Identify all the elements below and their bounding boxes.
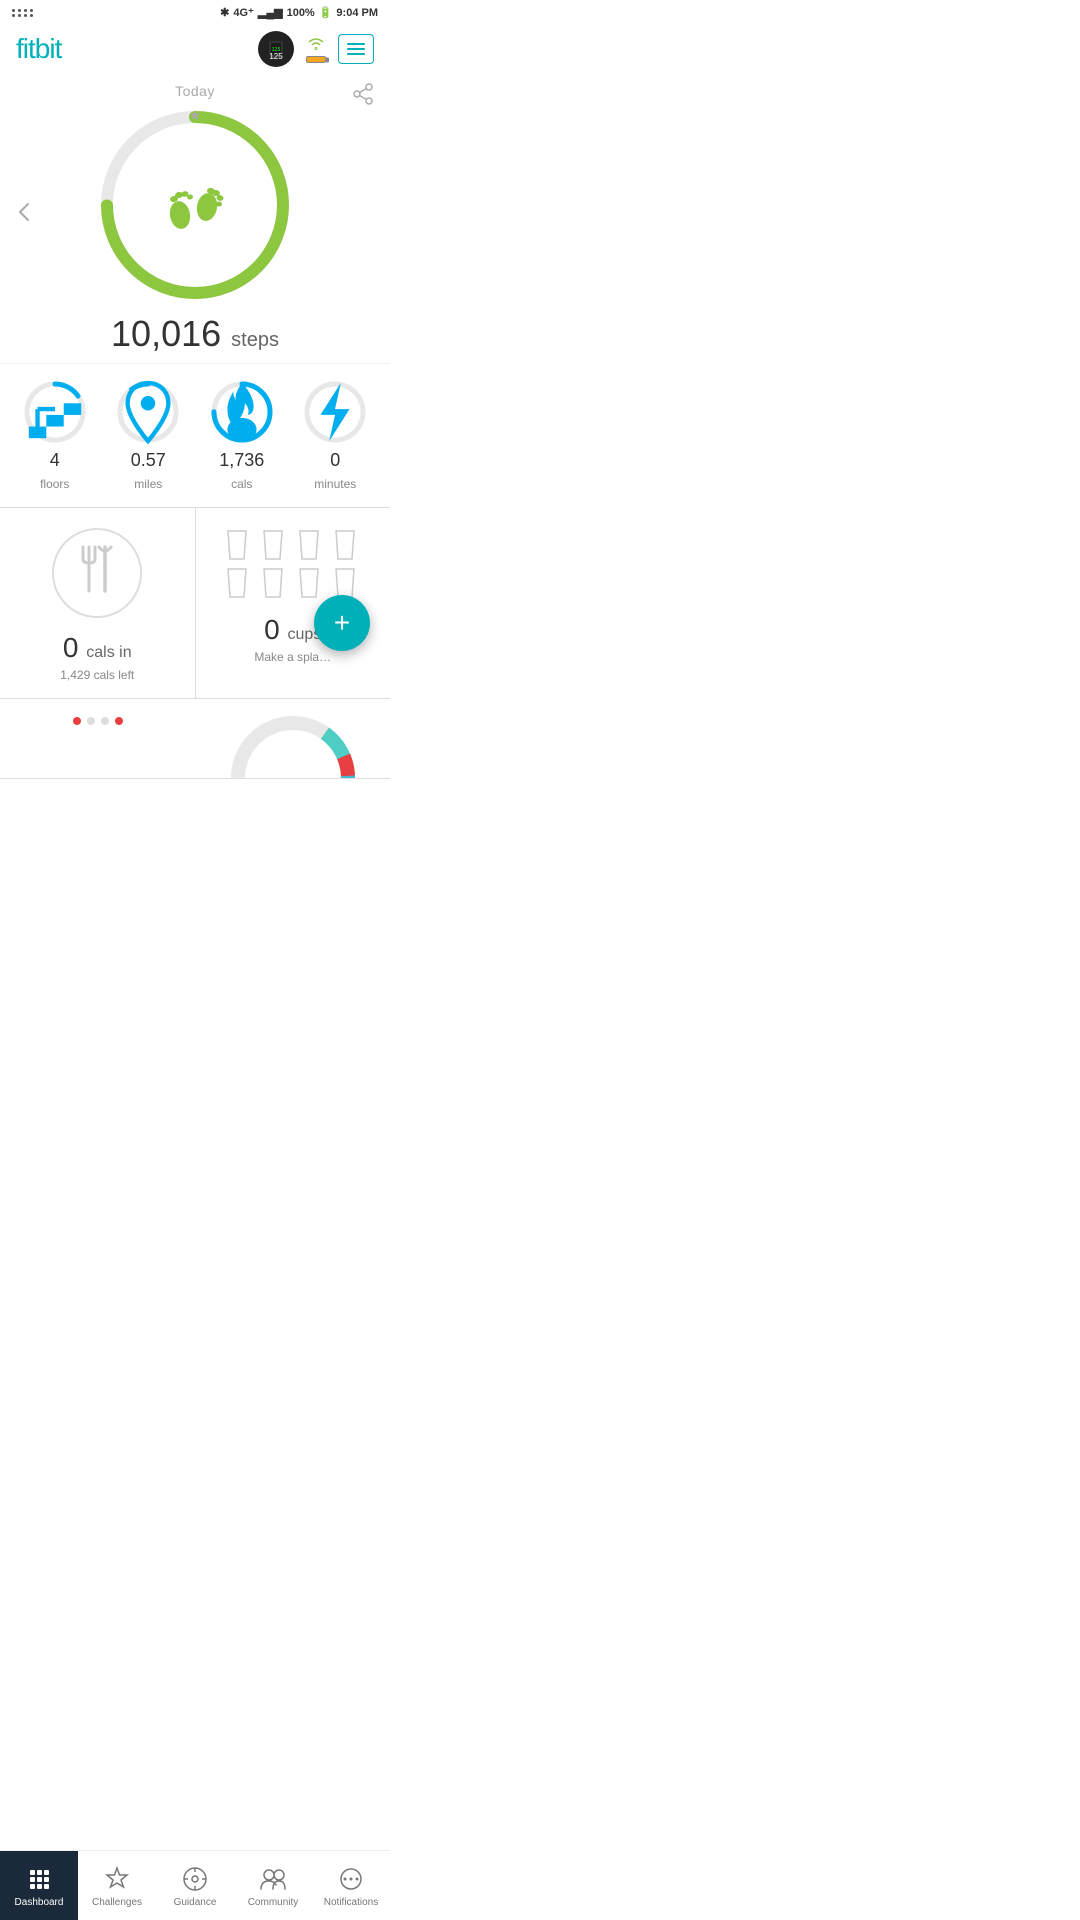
menu-line-1 xyxy=(347,43,365,45)
status-right: ✱ 4G⁺ ▂▄▆ 100% 🔋 9:04 PM xyxy=(220,6,378,19)
nav-guidance-label: Guidance xyxy=(174,1897,217,1908)
signal-bars-icon: ▂▄▆ xyxy=(258,6,283,19)
miles-stat[interactable]: 0.57 miles xyxy=(113,380,183,491)
cals-stat[interactable]: 1,736 cals xyxy=(207,380,277,491)
miles-label: miles xyxy=(134,477,162,491)
water-glass-6 xyxy=(259,566,287,600)
today-section: Today ★ xyxy=(0,75,390,355)
back-button[interactable] xyxy=(16,200,32,230)
battery-icon: 🔋 xyxy=(319,6,333,19)
goal-star-icon: ★ xyxy=(189,107,202,124)
food-cals-value: 0 cals in xyxy=(63,632,132,664)
today-label: Today xyxy=(0,83,390,99)
status-bar: ✱ 4G⁺ ▂▄▆ 100% 🔋 9:04 PM xyxy=(0,0,390,23)
dashboard-icon xyxy=(25,1865,53,1893)
cals-label: cals xyxy=(231,477,252,491)
community-icon xyxy=(259,1865,287,1893)
fitbit-logo: fitbit xyxy=(16,33,61,65)
plus-icon: + xyxy=(334,607,350,639)
wifi-icon xyxy=(304,35,328,54)
dot-3 xyxy=(101,717,109,725)
share-button[interactable] xyxy=(352,83,374,111)
dot-4 xyxy=(115,717,123,725)
nav-challenges-label: Challenges xyxy=(92,1897,142,1908)
menu-button[interactable] xyxy=(338,34,374,64)
food-cals-left: 1,429 cals left xyxy=(60,668,134,682)
sync-signal-icon xyxy=(302,35,330,63)
water-glass-2 xyxy=(259,528,287,562)
partial-content-row xyxy=(0,699,390,779)
page-indicator-dots xyxy=(0,699,195,725)
minutes-value: 0 xyxy=(330,450,340,471)
add-fab-button[interactable]: + xyxy=(314,595,370,651)
nav-community[interactable]: Community xyxy=(234,1851,312,1920)
device-icon[interactable]: 125 xyxy=(258,31,294,67)
fork-knife-icon xyxy=(73,541,121,605)
water-glass-3 xyxy=(295,528,323,562)
menu-line-2 xyxy=(347,48,365,50)
network-indicator: 4G⁺ xyxy=(233,6,253,19)
miles-circle xyxy=(116,380,180,444)
stats-row: 4 floors 0.57 miles xyxy=(0,363,390,507)
guidance-icon xyxy=(181,1865,209,1893)
challenges-icon xyxy=(103,1865,131,1893)
water-glass-1 xyxy=(223,528,251,562)
water-glasses-grid xyxy=(223,528,363,600)
floors-circle xyxy=(23,380,87,444)
water-cups-value: 0 cups xyxy=(264,614,321,646)
water-subtext: Make a spla… xyxy=(254,650,331,664)
time-display: 9:04 PM xyxy=(336,7,378,19)
nav-guidance[interactable]: Guidance xyxy=(156,1851,234,1920)
bottom-nav: Dashboard Challenges Guidance xyxy=(0,1850,390,1920)
cals-circle xyxy=(210,380,274,444)
miles-value: 0.57 xyxy=(131,450,166,471)
minutes-stat[interactable]: 0 minutes xyxy=(300,380,370,491)
food-card[interactable]: 0 cals in 1,429 cals left xyxy=(0,508,196,698)
steps-value: 10,016 xyxy=(111,313,221,354)
floors-value: 4 xyxy=(50,450,60,471)
minutes-label: minutes xyxy=(314,477,356,491)
dot-1 xyxy=(73,717,81,725)
floors-stat[interactable]: 4 floors xyxy=(20,380,90,491)
floors-label: floors xyxy=(40,477,69,491)
steps-circle[interactable]: ★ xyxy=(95,105,295,305)
partial-chart xyxy=(195,699,390,778)
notification-dots-icon xyxy=(12,9,30,17)
steps-unit: steps xyxy=(231,329,279,351)
footprints-icon xyxy=(155,165,235,245)
water-glass-4 xyxy=(331,528,359,562)
status-left xyxy=(12,9,214,17)
nav-challenges[interactable]: Challenges xyxy=(78,1851,156,1920)
minutes-circle xyxy=(303,380,367,444)
nav-dashboard[interactable]: Dashboard xyxy=(0,1851,78,1920)
header-right: 125 xyxy=(258,31,374,67)
device-battery-icon xyxy=(306,56,326,63)
cals-value: 1,736 xyxy=(219,450,264,471)
notifications-icon xyxy=(337,1865,365,1893)
battery-percent: 100% xyxy=(287,7,315,19)
nav-dashboard-label: Dashboard xyxy=(15,1897,64,1908)
bluetooth-icon: ✱ xyxy=(220,6,229,19)
nav-notifications-label: Notifications xyxy=(324,1897,378,1908)
menu-line-3 xyxy=(347,53,365,55)
water-glass-5 xyxy=(223,566,251,600)
header: fitbit 125 xyxy=(0,23,390,75)
food-icon-circle xyxy=(52,528,142,618)
dot-2 xyxy=(87,717,95,725)
water-glass-7 xyxy=(295,566,323,600)
svg-text:125: 125 xyxy=(271,47,280,53)
nav-community-label: Community xyxy=(248,1897,299,1908)
nav-notifications[interactable]: Notifications xyxy=(312,1851,390,1920)
steps-count: 10,016 steps xyxy=(0,313,390,355)
